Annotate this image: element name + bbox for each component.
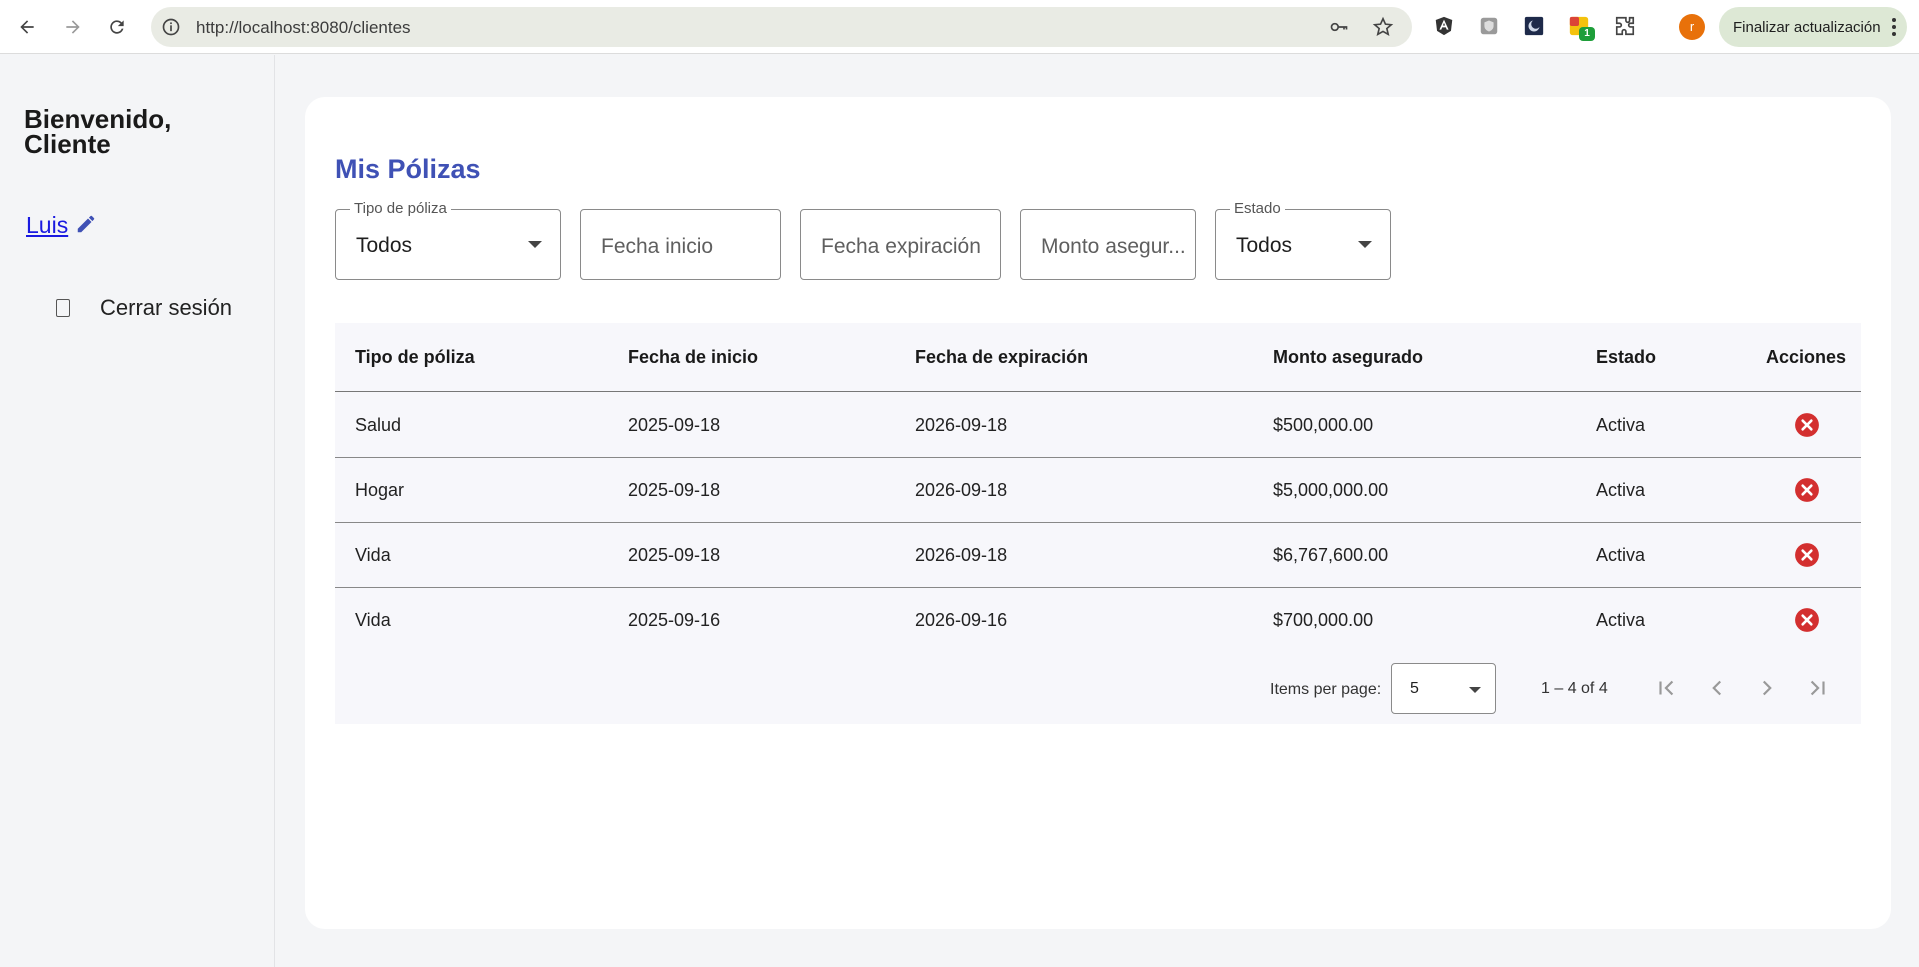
color-extension-icon[interactable]: 1: [1567, 14, 1595, 41]
tipo-poliza-select[interactable]: Tipo de póliza Todos: [335, 200, 561, 280]
cell-monto: $500,000.00: [1273, 415, 1374, 435]
angular-extension-icon[interactable]: [1432, 14, 1456, 38]
cell-monto: $6,767,600.00: [1273, 545, 1389, 565]
user-name-link[interactable]: Luis: [26, 212, 68, 239]
chevron-down-icon: [528, 241, 542, 248]
estado-label: Estado: [1230, 200, 1285, 217]
back-button[interactable]: [11, 11, 43, 43]
update-button[interactable]: Finalizar actualización: [1719, 7, 1907, 47]
cell-fecha-expiracion: 2026-09-18: [915, 545, 1008, 565]
table-row: Vida 2025-09-18 2026-09-18 $6,767,600.00…: [335, 523, 1861, 588]
welcome-heading: Bienvenido, Cliente: [24, 104, 172, 159]
cell-fecha-inicio: 2025-09-18: [628, 545, 721, 565]
cancel-policy-icon[interactable]: [1794, 477, 1820, 503]
cell-estado: Activa: [1596, 610, 1646, 630]
first-page-icon[interactable]: [1654, 675, 1680, 701]
cell-tipo: Hogar: [355, 480, 405, 500]
cancel-policy-icon[interactable]: [1794, 607, 1820, 633]
estado-value: Todos: [1236, 234, 1293, 257]
sidebar: Bienvenido, Cliente Luis Cerrar sesión: [0, 55, 275, 967]
table-row: Vida 2025-09-16 2026-09-16 $700,000.00 A…: [335, 588, 1861, 653]
moon-extension-icon[interactable]: [1522, 14, 1546, 38]
edit-icon[interactable]: [75, 213, 97, 235]
profile-avatar[interactable]: r: [1679, 14, 1705, 40]
paginator: Items per page: 5 1 – 4 of 4: [335, 653, 1861, 724]
table-header: Tipo de póliza Fecha de inicio Fecha de …: [335, 323, 1861, 392]
monto-asegurado-placeholder: Monto asegur...: [1041, 235, 1186, 258]
chevron-down-icon: [1469, 687, 1481, 693]
cell-fecha-expiracion: 2026-09-16: [915, 610, 1008, 630]
extension-badge: 1: [1579, 27, 1595, 41]
monto-asegurado-field[interactable]: Monto asegur...: [1020, 209, 1196, 280]
column-header-fecha-inicio[interactable]: Fecha de inicio: [628, 347, 758, 368]
logout-icon: [56, 299, 70, 317]
url-text[interactable]: http://localhost:8080/clientes: [196, 18, 411, 38]
update-button-label: Finalizar actualización: [1733, 18, 1881, 36]
tipo-poliza-label: Tipo de póliza: [350, 200, 451, 217]
arrow-left-icon: [20, 20, 34, 34]
reload-icon: [110, 20, 124, 34]
cell-monto: $700,000.00: [1273, 610, 1374, 630]
chevron-down-icon: [1358, 241, 1372, 248]
column-header-estado[interactable]: Estado: [1596, 347, 1656, 368]
column-header-tipo[interactable]: Tipo de póliza: [355, 347, 475, 368]
more-vert-icon: [1892, 18, 1896, 36]
fecha-inicio-field[interactable]: Fecha inicio: [580, 209, 781, 280]
cell-fecha-inicio: 2025-09-16: [628, 610, 721, 630]
extensions-puzzle-icon[interactable]: [1613, 14, 1637, 38]
cell-tipo: Vida: [355, 610, 391, 630]
table-row: Hogar 2025-09-18 2026-09-18 $5,000,000.0…: [335, 458, 1861, 523]
page-range-label: 1 – 4 of 4: [1541, 680, 1608, 697]
logout-button[interactable]: Cerrar sesión: [50, 288, 232, 328]
logout-label: Cerrar sesión: [100, 295, 233, 320]
items-per-page-value: 5: [1410, 680, 1419, 697]
policies-table: Tipo de póliza Fecha de inicio Fecha de …: [335, 323, 1861, 724]
cell-estado: Activa: [1596, 415, 1646, 435]
cancel-policy-icon[interactable]: [1794, 412, 1820, 438]
policies-card: Mis Pólizas Tipo de póliza Todos Fecha i…: [305, 97, 1891, 929]
address-bar[interactable]: http://localhost:8080/clientes: [151, 7, 1412, 47]
info-icon[interactable]: [161, 17, 181, 37]
table-row: Salud 2025-09-18 2026-09-18 $500,000.00 …: [335, 393, 1861, 458]
estado-select[interactable]: Estado Todos: [1215, 200, 1391, 280]
cell-estado: Activa: [1596, 545, 1646, 565]
cell-monto: $5,000,000.00: [1273, 480, 1389, 500]
fecha-inicio-placeholder: Fecha inicio: [601, 235, 714, 258]
cell-fecha-inicio: 2025-09-18: [628, 480, 721, 500]
column-header-monto[interactable]: Monto asegurado: [1273, 347, 1423, 368]
reload-button[interactable]: [101, 11, 133, 43]
items-per-page-select[interactable]: 5: [1391, 663, 1496, 714]
key-icon[interactable]: [1328, 17, 1350, 37]
cancel-policy-icon[interactable]: [1794, 542, 1820, 568]
items-per-page-label: Items per page:: [1270, 681, 1382, 698]
cell-tipo: Vida: [355, 545, 391, 565]
cell-fecha-expiracion: 2026-09-18: [915, 415, 1008, 435]
star-icon[interactable]: [1372, 16, 1394, 38]
fecha-expiracion-field[interactable]: Fecha expiración: [800, 209, 1001, 280]
shield-extension-icon[interactable]: [1477, 14, 1501, 38]
fecha-expiracion-placeholder: Fecha expiración: [821, 235, 981, 258]
next-page-icon[interactable]: [1754, 675, 1780, 701]
cell-fecha-expiracion: 2026-09-18: [915, 480, 1008, 500]
tipo-poliza-value: Todos: [356, 234, 413, 257]
arrow-right-icon: [66, 20, 80, 34]
column-header-acciones: Acciones: [1766, 347, 1847, 367]
previous-page-icon[interactable]: [1704, 675, 1730, 701]
page-title: Mis Pólizas: [335, 154, 481, 184]
cell-fecha-inicio: 2025-09-18: [628, 415, 721, 435]
cell-tipo: Salud: [355, 415, 402, 435]
cell-estado: Activa: [1596, 480, 1646, 500]
forward-button[interactable]: [57, 11, 89, 43]
last-page-icon[interactable]: [1804, 675, 1830, 701]
column-header-fecha-expiracion[interactable]: Fecha de expiración: [915, 347, 1088, 368]
browser-toolbar: http://localhost:8080/clientes 1 r Final…: [0, 0, 1919, 54]
